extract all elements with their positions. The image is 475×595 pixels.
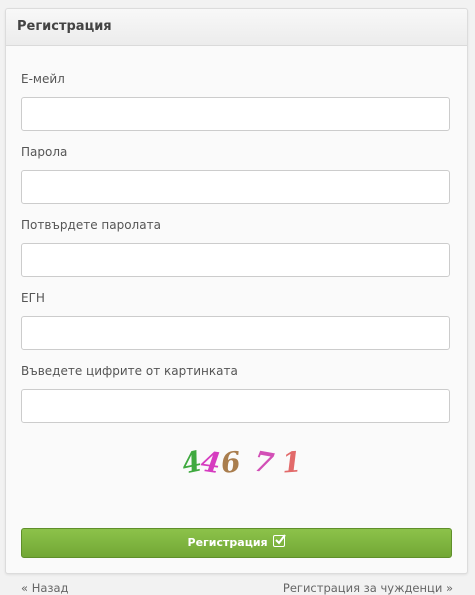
password-label: Парола [21, 145, 68, 159]
back-link[interactable]: « Назад [21, 581, 69, 595]
confirm-password-label: Потвърдете паролата [21, 218, 161, 232]
email-field[interactable] [21, 97, 450, 131]
check-icon [273, 534, 287, 547]
captcha-digit: 1 [280, 445, 303, 480]
password-field[interactable] [21, 170, 450, 204]
register-button-label: Регистрация [187, 536, 268, 549]
panel-title: Регистрация [6, 9, 467, 46]
egn-field[interactable] [21, 316, 450, 350]
captcha-field[interactable] [21, 389, 450, 423]
captcha-image: 446 7 1 [179, 444, 303, 481]
foreigners-registration-link[interactable]: Регистрация за чужденци » [283, 581, 453, 595]
captcha-digit: 6 [219, 445, 243, 480]
registration-panel: Регистрация Е-мейл Парола Потвърдете пар… [5, 8, 468, 595]
register-button[interactable]: Регистрация [21, 528, 452, 558]
email-label: Е-мейл [21, 72, 65, 86]
captcha-label: Въведете цифрите от картинката [21, 364, 238, 378]
captcha-digit: 7 [251, 444, 277, 481]
confirm-password-field[interactable] [21, 243, 450, 277]
egn-label: ЕГН [21, 291, 45, 305]
